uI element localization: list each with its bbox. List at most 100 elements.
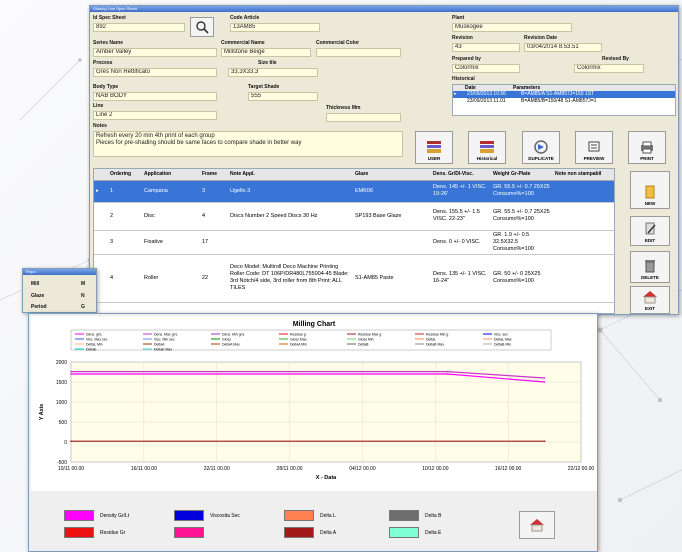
series-point <box>70 370 72 373</box>
color-swatch[interactable] <box>174 527 204 538</box>
color-swatch[interactable] <box>64 510 94 521</box>
chart-exit-button[interactable] <box>519 511 555 539</box>
commercial-name-field[interactable]: Millstone Beige <box>221 48 311 57</box>
body-type-label: Body Type <box>93 84 119 90</box>
y-tick-label: 0 <box>64 440 67 446</box>
size-field[interactable]: 33,3X33,3 <box>228 68 318 77</box>
cell-weight: GR. 50 +/- 0 25X25 Consumo%=100 <box>491 254 553 303</box>
notes-line-2: Pieces for pre-shading should be same fa… <box>96 140 302 146</box>
historical-params: B=AM85/B=150/48 S1-AM857J=1 <box>521 98 597 104</box>
legend-entry: Visc. Min sec <box>154 338 175 342</box>
commercial-color-field[interactable] <box>316 48 401 57</box>
historical-button-label: Historical <box>476 156 498 161</box>
historical-books-icon <box>480 141 494 153</box>
y-tick-label: 2000 <box>56 360 67 366</box>
revision-date-label: Revision Date <box>524 35 558 41</box>
cell-note: Ugello 3 <box>228 180 353 203</box>
notes-field[interactable]: Refresh every 20 min 4th print of each g… <box>93 131 403 157</box>
color-swatch[interactable] <box>389 510 419 521</box>
color-swatch[interactable] <box>284 510 314 521</box>
cell-glaze <box>353 230 431 255</box>
exit-button[interactable]: EXIT <box>630 286 670 314</box>
col-application[interactable]: Application <box>142 169 200 181</box>
chart-window: Milling Chart Dens. gr/L Dens. Max gr/L Den… <box>28 313 598 552</box>
series-point <box>446 370 449 373</box>
edit-button-label: EDIT <box>644 238 656 243</box>
series-point <box>543 440 546 442</box>
col-ordering[interactable]: Ordering <box>108 169 142 181</box>
legend-entry: DeltaL <box>426 338 436 342</box>
table-row[interactable]: ▸ 1 Campana 3 Ugello 3 EMK06 Dens. 145 +… <box>94 180 614 203</box>
col-note-non-stampabil[interactable]: Note non stampabil <box>553 169 614 181</box>
new-folder-icon <box>645 185 655 199</box>
prepared-by-field[interactable]: Colormix <box>452 64 520 73</box>
table-header-row: Ordering Application Frame Note Appl. Gl… <box>94 169 614 181</box>
swatch-label: Delta L <box>320 513 336 519</box>
y-tick-label: 500 <box>59 420 68 426</box>
x-axis-label: X - Data <box>316 475 337 481</box>
id-spec-field[interactable]: 892 <box>93 23 185 32</box>
revised-by-field[interactable]: Colormix <box>574 64 644 73</box>
process-label: Process <box>93 60 113 66</box>
col-glaze[interactable]: Glaze <box>353 169 431 181</box>
spec-window-titlebar: Glazing Line Spec Sheet <box>90 6 678 12</box>
cell-note: Discs Number 2 Speed Discs 30 Hz <box>228 202 353 231</box>
historical-label: Historical <box>452 76 475 82</box>
period-label: Period <box>31 304 47 310</box>
revision-field[interactable]: 43 <box>452 43 520 52</box>
series-label: Series Name <box>93 40 124 46</box>
historical-button[interactable]: Historical <box>468 131 506 164</box>
col-frame[interactable]: Frame <box>200 169 228 181</box>
revision-date-field[interactable]: 03/04/2014 8.53.51 <box>524 43 602 52</box>
code-article-field[interactable]: 13AM85 <box>230 23 320 32</box>
applications-table-container[interactable]: Ordering Application Frame Note Appl. Gl… <box>93 168 615 314</box>
cell-weight: GR. 55.5 +/- 0.7 25X25 Consumo%=100 <box>491 202 553 231</box>
y-axis-label: Y Axis <box>39 404 45 421</box>
process-field[interactable]: Gres Non Rettificato <box>93 68 217 77</box>
cell-glaze: S1-AM85 Paste <box>353 254 431 303</box>
preview-button[interactable]: PREVIEW <box>575 131 613 164</box>
user-button[interactable]: USER <box>415 131 453 164</box>
body-type-field[interactable]: NAB BODY <box>93 92 217 101</box>
swatch-label: Density Gr/Lt <box>100 513 130 519</box>
thickness-label: Thickness Mm <box>326 105 361 111</box>
swatch-label: Delta B <box>425 513 442 519</box>
applications-table[interactable]: Ordering Application Frame Note Appl. Gl… <box>94 169 614 303</box>
notes-line-1: Refresh every 20 min 4th print of each g… <box>96 133 215 139</box>
series-point <box>543 377 546 379</box>
print-button[interactable]: PRINT <box>628 131 666 164</box>
historical-row[interactable]: ▸ 23/09/2013 10.56 B=AM85/A S1-AM857J=15… <box>453 91 675 98</box>
edit-button[interactable]: EDIT <box>630 216 670 246</box>
cell-frame: 3 <box>200 180 228 203</box>
duplicate-button[interactable]: DUPLICATE <box>522 131 560 164</box>
code-article-label: Code Article <box>230 15 260 21</box>
color-swatch[interactable] <box>64 527 94 538</box>
series-field[interactable]: Amber Valley <box>93 48 217 57</box>
table-row[interactable]: 4 Roller 22 Deco Model: Multiroll Deco M… <box>94 254 614 303</box>
historical-row[interactable]: 23/09/2013 11.01 B=AM85/B=150/48 S1-AM85… <box>453 98 675 105</box>
color-swatch[interactable] <box>174 510 204 521</box>
col-weight[interactable]: Weight Gr-Plate <box>491 169 553 181</box>
legend-entry: DeltaE <box>86 348 97 352</box>
thickness-field[interactable] <box>326 113 401 122</box>
x-tick-label: 16/12 00.00 <box>495 466 522 472</box>
target-shade-field[interactable]: 555 <box>248 92 318 101</box>
col-dens[interactable]: Dens. Gr/Dl-Visc. <box>431 169 491 181</box>
color-swatch[interactable] <box>284 527 314 538</box>
historical-grid[interactable]: Date Parameters ▸ 23/09/2013 10.56 B=AM8… <box>452 84 676 116</box>
table-row[interactable]: 2 Disc 4 Discs Number 2 Speed Discs 30 H… <box>94 202 614 231</box>
delete-trash-icon <box>645 260 655 273</box>
delete-button[interactable]: DELETE <box>630 251 670 283</box>
mill-label: Mill <box>31 281 40 287</box>
new-button[interactable]: NEW <box>630 171 670 209</box>
search-button[interactable] <box>190 17 214 37</box>
chart-legend-box <box>70 329 552 351</box>
table-row[interactable]: 3 Fixative 17 Dens. 0 +/- 0 VISC. GR. 1.… <box>94 230 614 255</box>
line-field[interactable]: Line 2 <box>93 111 217 120</box>
cell-application: Roller <box>142 254 200 303</box>
legend-entry: Gloss Min <box>358 338 374 342</box>
col-note-appl[interactable]: Note Appl. <box>228 169 353 181</box>
legend-entry: Residue Min g <box>426 333 448 337</box>
color-swatch[interactable] <box>389 527 419 538</box>
plant-field[interactable]: Muskogee <box>452 23 572 32</box>
